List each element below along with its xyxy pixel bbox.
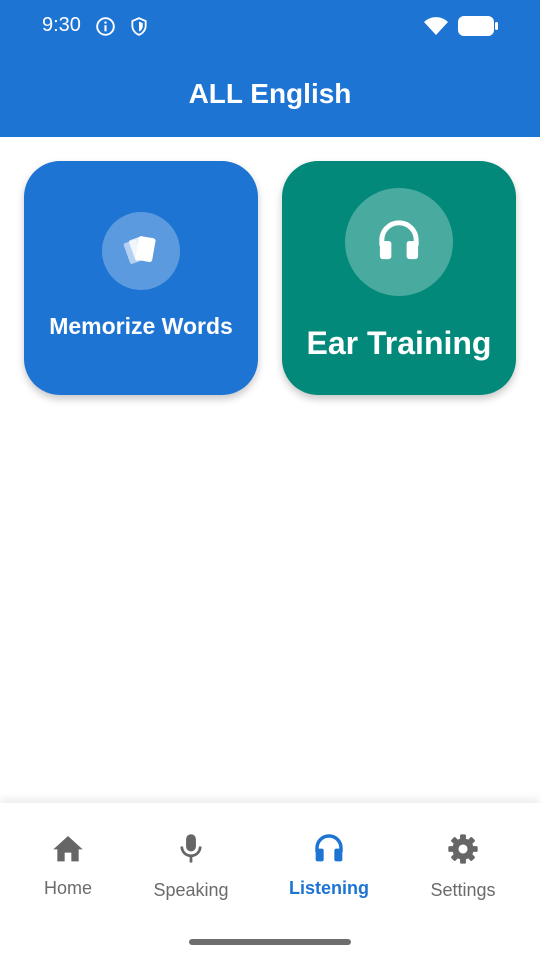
ear-training-label: Ear Training (306, 325, 492, 361)
gear-icon (447, 803, 479, 870)
wifi-icon (423, 15, 449, 42)
headphones-icon (313, 803, 345, 868)
home-indicator[interactable] (189, 939, 351, 945)
status-bar: 9:30 (0, 0, 540, 54)
nav-settings[interactable]: Settings (418, 803, 508, 913)
memorize-words-label: Memorize Words (49, 313, 233, 339)
page-title: ALL English (188, 78, 352, 109)
nav-listening[interactable]: Listening (279, 803, 379, 913)
headphones-icon-circle (345, 188, 453, 296)
ear-training-card[interactable]: Ear Training (282, 161, 516, 395)
battery-icon (457, 15, 499, 42)
mic-icon (176, 803, 206, 870)
info-icon (95, 16, 116, 42)
nav-settings-label: Settings (430, 880, 496, 900)
cards-icon (121, 229, 161, 274)
shield-icon (129, 16, 149, 42)
headphones-icon (376, 219, 422, 266)
nav-speaking-label: Speaking (153, 880, 229, 900)
nav-speaking[interactable]: Speaking (141, 803, 241, 913)
cards-icon-circle (102, 212, 180, 290)
home-icon (52, 803, 84, 868)
nav-home-label: Home (43, 878, 92, 898)
memorize-words-card[interactable]: Memorize Words (24, 161, 258, 395)
nav-home[interactable]: Home (28, 803, 108, 913)
status-time: 9:30 (42, 14, 81, 36)
app-bar: 9:30 ALL English (0, 0, 540, 137)
bottom-navigation: Home Speaking Listening Settings (0, 803, 540, 960)
nav-listening-label: Listening (289, 878, 369, 898)
